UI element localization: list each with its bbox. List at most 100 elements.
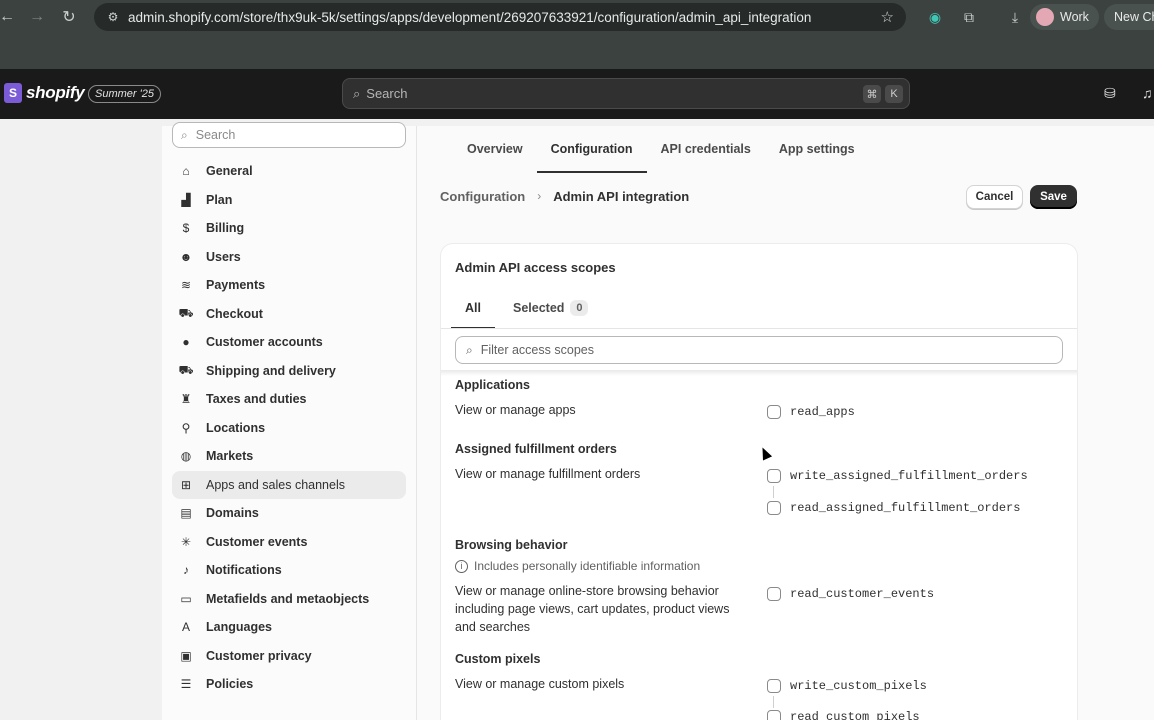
download-icon[interactable]: ⤓ — [998, 5, 1032, 29]
sidebar-item-customer-privacy[interactable]: ▣ Customer privacy — [172, 642, 406, 671]
scope-connector — [773, 486, 774, 498]
sidebar-item-plan[interactable]: ▟ Plan — [172, 186, 406, 215]
breadcrumb-configuration-link[interactable]: Configuration — [440, 189, 525, 204]
scope-name: write_assigned_fulfillment_orders — [790, 469, 1028, 483]
settings-nav: ⌂ General ▟ Plan $ Billing ☻ Users ≋ Payments ⛟ Che… — [172, 157, 406, 699]
notification-bell-icon[interactable]: ♫ — [1142, 85, 1153, 101]
sidekick-icon[interactable]: ⛁ — [1104, 85, 1116, 102]
sidebar-item-label: Languages — [206, 620, 272, 635]
scope-row[interactable]: write_custom_pixels — [767, 679, 927, 693]
avatar — [1036, 8, 1054, 26]
sidebar-item-taxes-and-duties[interactable]: ♜ Taxes and duties — [172, 385, 406, 414]
shopify-bag-icon: S — [4, 83, 22, 103]
extension-icon[interactable]: ◉ — [918, 5, 952, 29]
profile-button[interactable]: Work — [1030, 4, 1099, 30]
scope-checkbox[interactable] — [767, 469, 781, 483]
sidebar-item-label: Taxes and duties — [206, 392, 307, 407]
scope-checkbox[interactable] — [767, 710, 781, 720]
sidebar-item-label: Billing — [206, 221, 245, 236]
sidebar-item-policies[interactable]: ☰ Policies — [172, 670, 406, 699]
address-bar[interactable]: ⚙ admin.shopify.com/store/thx9uk-5k/sett… — [94, 3, 906, 31]
sidebar-item-label: Shipping and delivery — [206, 363, 336, 378]
sidebar-item-payments[interactable]: ≋ Payments — [172, 271, 406, 300]
sidebar-item-users[interactable]: ☻ Users — [172, 243, 406, 272]
scope-row[interactable]: read_apps — [767, 405, 855, 419]
forward-icon[interactable]: → — [22, 2, 52, 32]
card-title: Admin API access scopes — [455, 260, 616, 275]
new-chrome-button[interactable]: New Ch — [1104, 4, 1154, 30]
location-icon: ⚲ — [181, 420, 191, 435]
pii-note-text: Includes personally identifiable informa… — [474, 559, 701, 573]
sidebar-item-locations[interactable]: ⚲ Locations — [172, 414, 406, 443]
sidebar-item-general[interactable]: ⌂ General — [172, 157, 406, 186]
scope-checkbox[interactable] — [767, 405, 781, 419]
tab-configuration[interactable]: Configuration — [536, 126, 647, 173]
scope-name: read_apps — [790, 405, 855, 419]
sidebar-item-label: Customer events — [206, 534, 308, 549]
users-icon: ☻ — [179, 249, 193, 264]
selected-count-badge: 0 — [570, 300, 589, 316]
scroll-shadow — [441, 370, 1077, 376]
global-search-input[interactable]: ⌕ Search ⌘ K — [342, 78, 910, 109]
shortcut-k-key: K — [885, 85, 903, 103]
puzzle-icon[interactable]: ⧉ — [952, 5, 986, 29]
scope-checkbox[interactable] — [767, 679, 781, 693]
shopify-logo[interactable]: S shopify — [4, 83, 85, 103]
sidebar-item-customer-accounts[interactable]: ● Customer accounts — [172, 328, 406, 357]
app-tabs: Overview Configuration API credentials App … — [453, 126, 869, 174]
sidebar-item-languages[interactable]: A Languages — [172, 613, 406, 642]
tab-overview[interactable]: Overview — [453, 126, 537, 172]
scope-row[interactable]: write_assigned_fulfillment_orders — [767, 469, 1028, 483]
sidebar-item-label: Payments — [206, 278, 266, 293]
settings-search-placeholder: Search — [195, 128, 236, 142]
tax-icon: ♜ — [180, 392, 192, 407]
sidebar-item-customer-events[interactable]: ✳ Customer events — [172, 528, 406, 557]
scope-checkbox[interactable] — [767, 587, 781, 601]
edition-badge[interactable]: Summer '25 — [88, 85, 161, 103]
search-icon: ⌕ — [181, 127, 188, 142]
apps-icon: ⊞ — [180, 477, 192, 492]
chevron-right-icon: › — [537, 189, 542, 203]
sidebar-item-label: Users — [206, 249, 241, 264]
filter-scopes-input[interactable]: ⌕ Filter access scopes — [455, 336, 1063, 364]
save-button[interactable]: Save — [1030, 185, 1077, 209]
sidebar-item-label: Plan — [206, 192, 233, 207]
sidebar-item-notifications[interactable]: ♪ Notifications — [172, 556, 406, 585]
scope-row[interactable]: read_assigned_fulfillment_orders — [767, 501, 1020, 515]
url-text: admin.shopify.com/store/thx9uk-5k/settin… — [128, 9, 812, 25]
scope-checkbox[interactable] — [767, 501, 781, 515]
back-icon[interactable]: ← — [0, 2, 22, 32]
tab-api-credentials[interactable]: API credentials — [647, 126, 765, 172]
sidebar-item-billing[interactable]: $ Billing — [172, 214, 406, 243]
sidebar-item-shipping-and-delivery[interactable]: ⛟ Shipping and delivery — [172, 357, 406, 386]
payments-icon: ≋ — [180, 278, 192, 293]
profile-label: Work — [1060, 10, 1089, 24]
events-icon: ✳ — [180, 534, 192, 549]
scope-row[interactable]: read_customer_events — [767, 587, 934, 601]
tab-app-settings[interactable]: App settings — [765, 126, 869, 172]
group-title: Applications — [455, 378, 531, 392]
sidebar-item-apps-and-sales-channels[interactable]: ⊞ Apps and sales channels — [172, 470, 406, 499]
page-title: Admin API integration — [553, 188, 690, 204]
site-settings-icon[interactable]: ⚙ — [104, 8, 122, 26]
shopify-topbar: S shopify Summer '25 ⌕ Search ⌘ K ⛁ ♫ — [0, 69, 1154, 119]
divider — [441, 328, 1077, 329]
group-description: View or manage custom pixels — [455, 677, 625, 691]
reload-icon[interactable]: ↻ — [54, 2, 84, 32]
truck-icon: ⛟ — [178, 362, 194, 377]
scope-row[interactable]: read_custom_pixels — [767, 710, 920, 720]
settings-search-input[interactable]: ⌕ Search — [172, 122, 406, 148]
bookmark-star-icon[interactable]: ☆ — [881, 8, 894, 26]
sidebar-item-checkout[interactable]: ⛟ Checkout — [172, 300, 406, 329]
cancel-button[interactable]: Cancel — [966, 185, 1023, 209]
sidebar-item-domains[interactable]: ▤ Domains — [172, 499, 406, 528]
group-description: View or manage apps — [455, 403, 576, 417]
sidebar-item-metafields-and-metaobjects[interactable]: ▭ Metafields and metaobjects — [172, 585, 406, 614]
tab-selected[interactable]: Selected 0 — [513, 288, 589, 328]
scope-name: read_customer_events — [790, 587, 935, 601]
sidebar-item-label: Notifications — [206, 563, 282, 578]
global-search-placeholder: Search — [366, 86, 408, 101]
sidebar-item-markets[interactable]: ◍ Markets — [172, 442, 406, 471]
tab-all[interactable]: All — [451, 288, 495, 329]
sidebar-item-label: Locations — [206, 420, 266, 435]
